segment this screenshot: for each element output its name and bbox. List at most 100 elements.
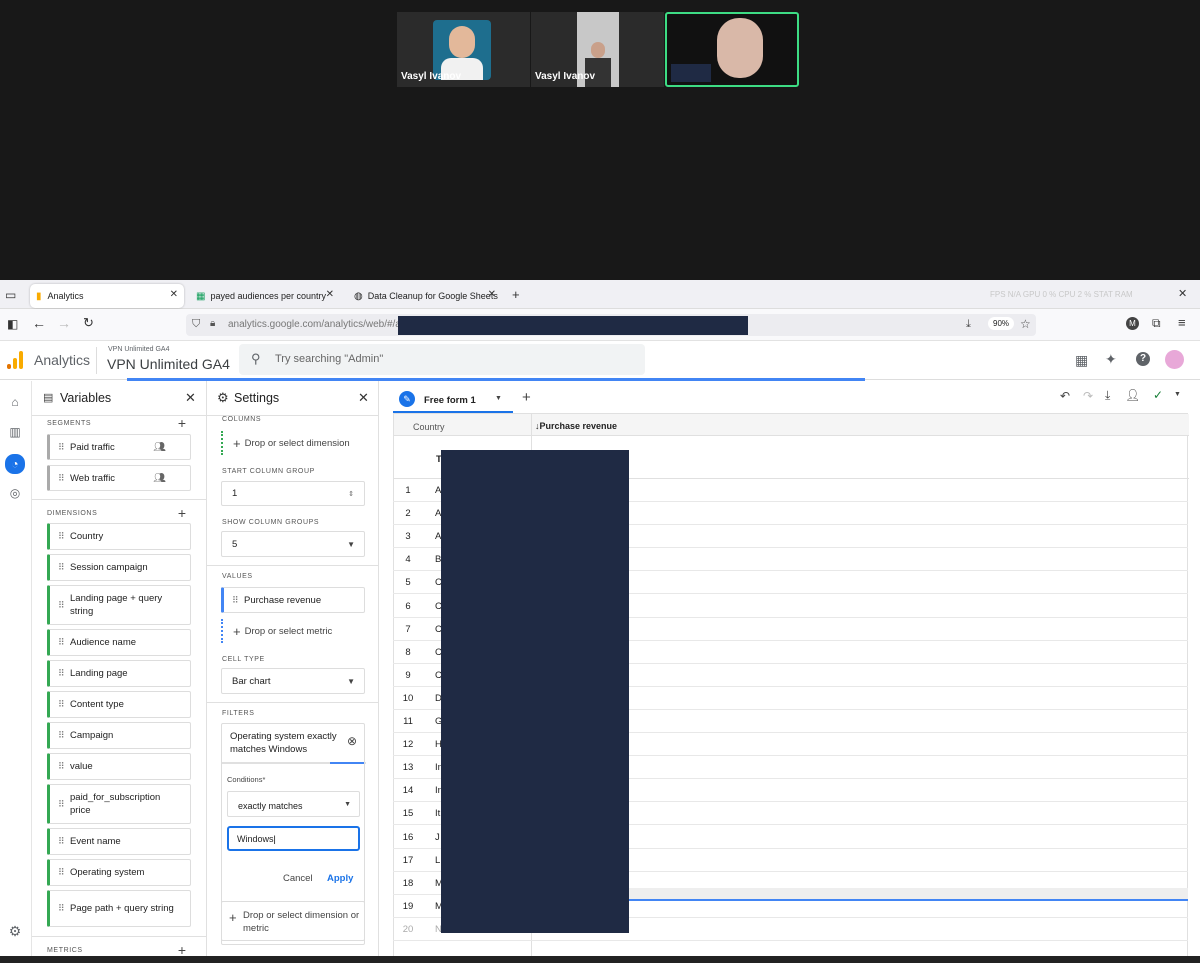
dimension-chip[interactable]: ⠿ Session campaign	[47, 554, 191, 581]
participant-tile-3-speaking[interactable]	[665, 12, 799, 87]
dimension-chip[interactable]: ⠿ Country	[47, 523, 191, 550]
close-tab-icon[interactable]: ✕	[170, 289, 178, 300]
share-icon[interactable]: 👤︎	[1125, 388, 1140, 402]
extensions-icon[interactable]: ⧉	[1152, 316, 1161, 331]
spinner-icon[interactable]: ⇕	[348, 490, 354, 498]
tab-label: payed audiences per country - (	[210, 291, 329, 301]
account-icon[interactable]: M	[1126, 317, 1139, 330]
apply-button[interactable]: Apply	[327, 873, 353, 884]
forward-icon[interactable]: →	[57, 315, 71, 331]
new-tab-icon[interactable]: +	[512, 287, 520, 302]
column-header-purchase-revenue[interactable]: ↓Purchase revenue	[535, 421, 617, 431]
segment-chip[interactable]: ⠿ Web traffic 👥︎	[47, 465, 191, 491]
conditions-label: Conditions*	[227, 775, 266, 784]
add-dimension-icon[interactable]: +	[178, 505, 186, 521]
drag-handle-icon[interactable]: ⠿	[58, 599, 65, 612]
redo-icon[interactable]: ↷	[1083, 389, 1093, 403]
drag-handle-icon[interactable]: ⠿	[58, 531, 65, 542]
drag-handle-icon[interactable]: ⠿	[58, 637, 65, 648]
search-input[interactable]: ⚲ Try searching "Admin"	[239, 344, 645, 375]
drag-handle-icon[interactable]: ⠿	[232, 595, 239, 606]
drag-handle-icon[interactable]: ⠿	[58, 699, 65, 710]
account-name[interactable]: VPN Unlimited GA4	[108, 346, 169, 353]
dropzone-label: Drop or select metric	[244, 625, 333, 637]
column-header-country[interactable]: Country	[413, 422, 445, 432]
chip-label: Web traffic	[70, 472, 116, 484]
reload-icon[interactable]: ↻	[83, 315, 94, 331]
dimension-chip[interactable]: ⠿ Audience name	[47, 629, 191, 656]
drag-handle-icon[interactable]: ⠿	[58, 867, 65, 878]
drag-handle-icon[interactable]: ⠿	[58, 902, 65, 915]
segment-chip[interactable]: ⠿ Paid traffic 👥︎	[47, 434, 191, 460]
field-value: 5	[232, 538, 238, 550]
menu-icon[interactable]: ≡	[1178, 315, 1186, 330]
add-tab-icon[interactable]: +	[522, 389, 531, 406]
explore-icon[interactable]: ◔	[5, 454, 25, 474]
status-menu-icon[interactable]: ▼	[1174, 391, 1181, 398]
tab-menu-icon[interactable]: ▼	[495, 395, 502, 402]
property-selector[interactable]: VPN Unlimited GA4	[107, 356, 230, 372]
globe-favicon-icon: ◍	[354, 290, 363, 302]
remove-filter-icon[interactable]: ⊗	[347, 734, 357, 748]
dimension-chip[interactable]: ⠿ Page path + query string	[47, 890, 191, 927]
zoom-level[interactable]: 90%	[988, 317, 1015, 330]
condition-select[interactable]: exactly matches ▼	[227, 791, 360, 817]
tab-sheets[interactable]: ▦ payed audiences per country - ( ✕	[190, 284, 340, 308]
status-check-icon[interactable]: ✓	[1153, 388, 1163, 402]
drag-handle-icon[interactable]: ⠿	[58, 836, 65, 847]
participant-tile-2[interactable]: Vasyl Ivanov	[531, 12, 664, 87]
insights-sparkle-icon[interactable]: ✦	[1105, 351, 1117, 368]
close-settings-icon[interactable]: ✕	[358, 390, 369, 406]
settings-gear-icon[interactable]: ⚙	[7, 923, 23, 939]
dimension-chip[interactable]: ⠿ Content type	[47, 691, 191, 718]
bookmark-star-icon[interactable]: ☆	[1020, 317, 1031, 331]
tab-overview-icon[interactable]: ▭	[5, 288, 16, 302]
dimension-chip[interactable]: ⠿ value	[47, 753, 191, 780]
back-icon[interactable]: ←	[32, 315, 46, 331]
cancel-button[interactable]: Cancel	[283, 873, 313, 884]
drag-handle-icon[interactable]: ⠿	[58, 442, 65, 453]
tab-data-cleanup[interactable]: ◍ Data Cleanup for Google Sheets ✕	[348, 284, 502, 308]
filter-value-input[interactable]: Windows|	[227, 826, 360, 851]
drag-handle-icon[interactable]: ⠿	[58, 562, 65, 573]
avatar[interactable]	[1165, 350, 1184, 369]
undo-icon[interactable]: ↶	[1060, 389, 1070, 403]
drag-handle-icon[interactable]: ⠿	[58, 668, 65, 679]
download-icon[interactable]: ⤓	[1105, 388, 1110, 403]
close-variables-icon[interactable]: ✕	[185, 390, 196, 406]
close-window-icon[interactable]: ✕	[1178, 287, 1187, 300]
download-page-icon[interactable]: ⤓	[966, 318, 971, 331]
row-number: 20	[402, 923, 414, 935]
home-icon[interactable]: ⌂	[7, 395, 23, 411]
values-dropzone[interactable]: + Drop or select metric	[221, 619, 365, 643]
reports-icon[interactable]: ▥	[7, 425, 23, 441]
close-tab-icon[interactable]: ✕	[488, 289, 496, 300]
start-column-group-input[interactable]: 1 ⇕	[221, 481, 365, 506]
dimension-chip[interactable]: ⠿ Landing page + query string	[47, 585, 191, 625]
drag-handle-icon[interactable]: ⠿	[58, 798, 65, 811]
tab-analytics[interactable]: ▮ Analytics ✕	[30, 284, 184, 308]
dimension-chip[interactable]: ⠿ Event name	[47, 828, 191, 855]
add-segment-icon[interactable]: +	[178, 415, 186, 431]
help-icon[interactable]: ?	[1136, 352, 1150, 366]
dimension-chip[interactable]: ⠿ Campaign	[47, 722, 191, 749]
row-number: 7	[405, 623, 411, 635]
columns-dropzone[interactable]: + Drop or select dimension	[221, 431, 365, 455]
participant-tile-1[interactable]: Vasyl Ivanov	[397, 12, 530, 87]
show-column-groups-select[interactable]: 5 ▼	[221, 531, 365, 557]
advertising-icon[interactable]: ◎	[7, 486, 23, 502]
drag-handle-icon[interactable]: ⠿	[58, 473, 65, 484]
drag-handle-icon[interactable]: ⠿	[58, 730, 65, 741]
sidebar-toggle-icon[interactable]: ◧	[7, 317, 18, 331]
close-tab-icon[interactable]: ✕	[326, 289, 334, 300]
filters-dropzone[interactable]: + Drop or select dimension or metric	[221, 901, 365, 941]
dimension-chip[interactable]: ⠿ Operating system	[47, 859, 191, 886]
drag-handle-icon[interactable]: ⠿	[58, 761, 65, 772]
filter-summary[interactable]: Operating system exactly matches Windows	[230, 730, 342, 756]
apps-grid-icon[interactable]: ▦	[1075, 352, 1088, 369]
value-metric-chip[interactable]: ⠿ Purchase revenue	[221, 587, 365, 613]
cell-type-select[interactable]: Bar chart ▼	[221, 668, 365, 694]
dimension-chip[interactable]: ⠿ Landing page	[47, 660, 191, 687]
tab-free-form-1[interactable]: ✎ Free form 1 ▼	[393, 385, 513, 413]
dimension-chip[interactable]: ⠿ paid_for_subscription price	[47, 784, 191, 824]
